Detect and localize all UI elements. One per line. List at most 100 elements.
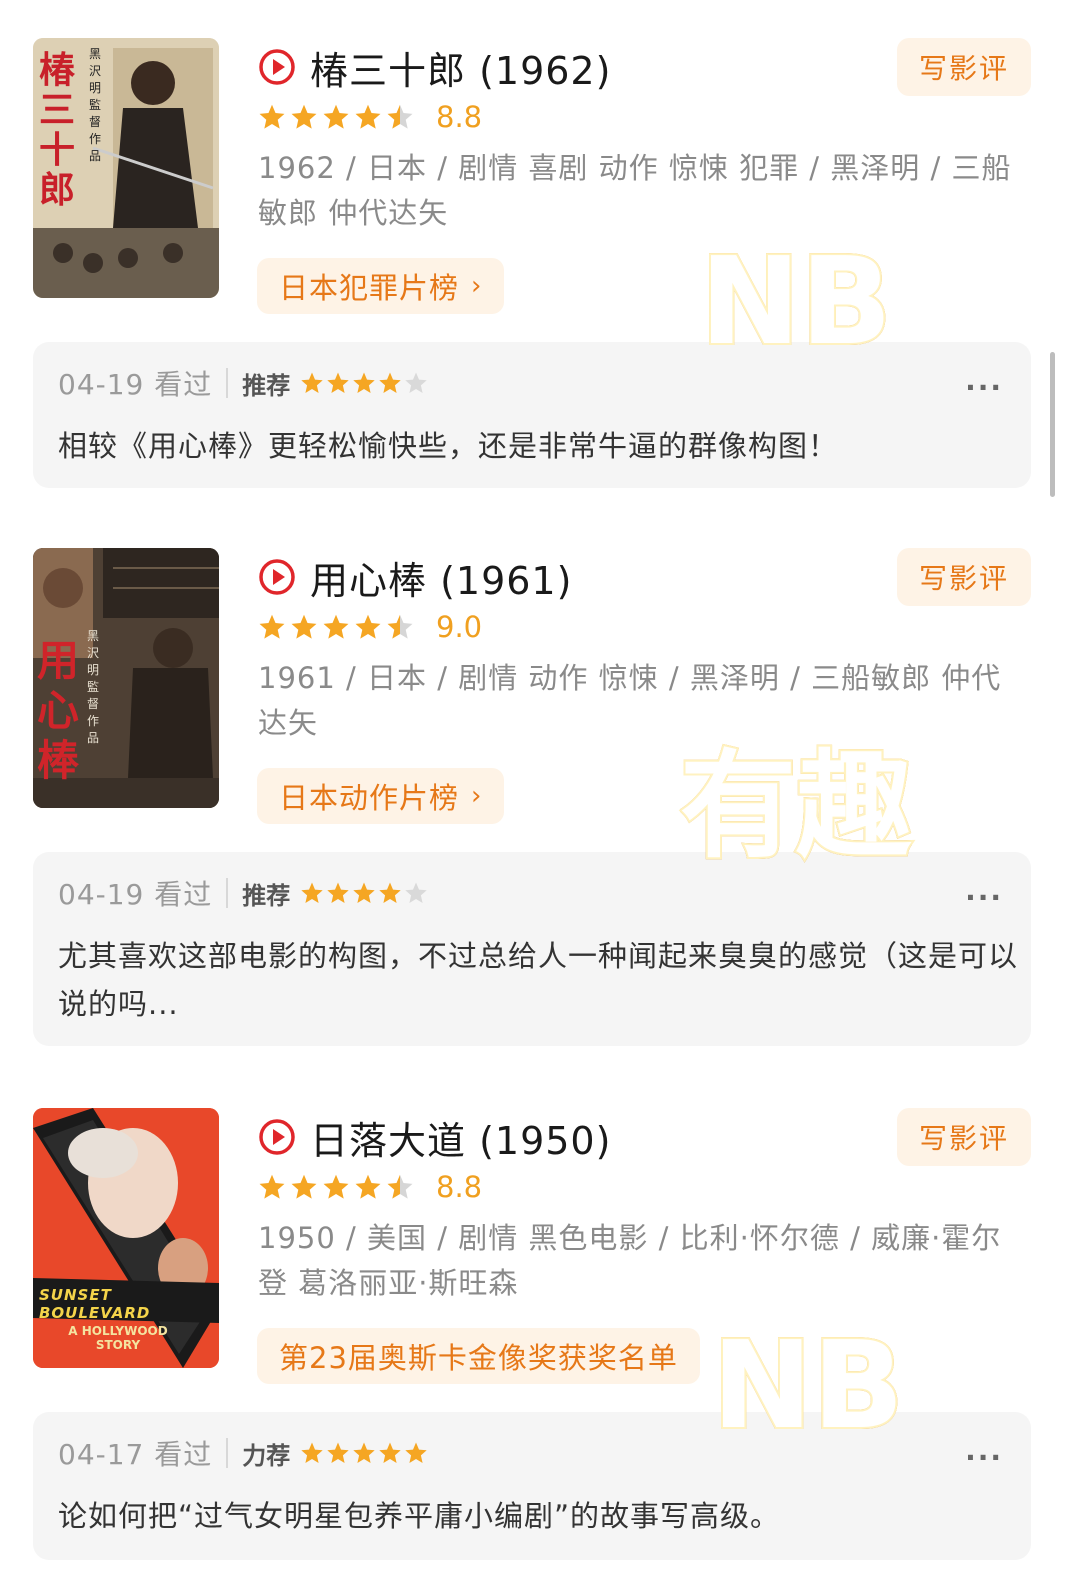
rating-row: 8.8	[258, 1170, 482, 1204]
more-icon[interactable]: ...	[965, 364, 1003, 397]
review-text[interactable]: 论如何把“过气女明星包养平庸小编剧”的故事写高级。	[58, 1492, 1018, 1540]
ranking-tag-label: 日本犯罪片榜	[279, 271, 460, 305]
play-icon[interactable]	[258, 558, 296, 596]
rating-score: 8.8	[436, 1170, 483, 1204]
write-review-button[interactable]: 写影评	[897, 1108, 1031, 1166]
rating-stars	[258, 103, 418, 131]
recommend-label: 推荐	[242, 881, 291, 910]
movie-poster[interactable]: 椿三十郎 黑沢明監督作品	[33, 38, 219, 298]
star-icon	[323, 614, 349, 639]
chevron-right-icon: ›	[471, 781, 483, 811]
star-icon	[379, 1442, 401, 1463]
play-icon[interactable]	[258, 1118, 296, 1156]
review-text[interactable]: 相较《用心棒》更轻松愉快些，还是非常牛逼的群像构图！	[58, 422, 1018, 470]
recommend-label: 推荐	[242, 371, 291, 400]
star-icon	[353, 1442, 375, 1463]
play-icon[interactable]	[258, 48, 296, 86]
watched-date: 04-19 看过	[58, 368, 213, 401]
movie-title-row[interactable]: 椿三十郎 (1962)	[258, 44, 611, 93]
star-icon	[301, 372, 323, 393]
rating-score: 8.8	[436, 100, 483, 134]
more-icon[interactable]: ...	[965, 1434, 1003, 1467]
star-icon	[259, 1174, 285, 1199]
review-header: 04-17 看过 力荐	[58, 1434, 430, 1472]
movie-title[interactable]: 用心棒 (1961)	[310, 550, 572, 605]
star-icon	[405, 1442, 427, 1463]
movie-meta: 1950 / 美国 / 剧情 黑色电影 / 比利·怀尔德 / 威廉·霍尔登 葛洛…	[258, 1221, 1002, 1300]
poster-credit: 黑沢明監督作品	[87, 629, 100, 745]
star-icon	[405, 882, 427, 903]
divider	[226, 878, 229, 908]
write-review-button[interactable]: 写影评	[897, 38, 1031, 96]
star-icon	[405, 372, 427, 393]
review-card-2: 04-19 看过 推荐 ... 尤其喜欢这部电影的构图，不过总给人一种闻起来臭臭…	[33, 852, 1031, 1046]
star-icon	[323, 1174, 349, 1199]
divider	[226, 368, 229, 398]
review-stars	[300, 881, 430, 905]
star-icon	[327, 1442, 349, 1463]
poster-credit: 黑沢明監督作品	[89, 47, 102, 163]
star-icon	[327, 882, 349, 903]
sticker-nb-1: NB	[698, 236, 894, 370]
rating-row: 8.8	[258, 100, 482, 134]
ranking-tag[interactable]: 第23届奥斯卡金像奖获奖名单	[257, 1328, 700, 1384]
star-icon	[259, 104, 285, 129]
star-icon	[259, 614, 285, 639]
star-icon	[355, 614, 381, 639]
movie-title[interactable]: 日落大道 (1950)	[310, 1110, 611, 1165]
rating-stars	[258, 613, 418, 641]
sticker-text: NB	[710, 1317, 906, 1456]
sticker-text: NB	[698, 233, 894, 372]
movie-title-row[interactable]: 日落大道 (1950)	[258, 1114, 611, 1163]
movie-meta: 1961 / 日本 / 剧情 动作 惊悚 / 黑泽明 / 三船敏郎 仲代达矢	[258, 661, 1002, 740]
star-icon	[301, 882, 323, 903]
scrollbar[interactable]	[1050, 352, 1055, 497]
ranking-tag-label: 第23届奥斯卡金像奖获奖名单	[279, 1341, 678, 1375]
recommend-label: 力荐	[242, 1441, 291, 1470]
star-icon	[353, 882, 375, 903]
star-icon	[379, 372, 401, 393]
movie-title-row[interactable]: 用心棒 (1961)	[258, 554, 572, 603]
sticker-youqu: 有趣	[678, 739, 914, 874]
poster-title: 用心棒	[37, 636, 80, 785]
star-icon	[291, 614, 317, 639]
chevron-right-icon: ›	[471, 271, 483, 301]
sticker-nb-2: NB	[710, 1320, 906, 1454]
ranking-tag[interactable]: 日本犯罪片榜 ›	[257, 258, 505, 314]
rating-row: 9.0	[258, 610, 482, 644]
watched-date: 04-19 看过	[58, 878, 213, 911]
star-icon	[327, 372, 349, 393]
movie-poster[interactable]: 用心棒 黑沢明監督作品	[33, 548, 219, 808]
review-text[interactable]: 尤其喜欢这部电影的构图，不过总给人一种闻起来臭臭的感觉（这是可以说的吗...	[58, 932, 1018, 1028]
review-stars	[300, 371, 430, 395]
movie-title[interactable]: 椿三十郎 (1962)	[310, 40, 611, 95]
more-icon[interactable]: ...	[965, 874, 1003, 907]
poster-subtitle: A HOLLYWOOD STORY	[68, 1324, 168, 1352]
star-icon	[379, 882, 401, 903]
poster-title: SUNSET BOULEVARD	[39, 1286, 151, 1322]
ranking-tag[interactable]: 日本动作片榜 ›	[257, 768, 505, 824]
movie-poster[interactable]: SUNSET BOULEVARD A HOLLYWOOD STORY	[33, 1108, 219, 1368]
review-header: 04-19 看过 推荐	[58, 364, 430, 402]
star-icon	[355, 104, 381, 129]
movie-meta: 1962 / 日本 / 剧情 喜剧 动作 惊悚 犯罪 / 黑泽明 / 三船敏郎 …	[258, 151, 1012, 230]
star-icon	[387, 104, 413, 129]
ranking-tag-label: 日本动作片榜	[279, 781, 460, 815]
watched-date: 04-17 看过	[58, 1438, 213, 1471]
sticker-text: 有趣	[678, 739, 914, 874]
star-icon	[291, 1174, 317, 1199]
review-stars	[300, 1441, 430, 1465]
star-icon	[355, 1174, 381, 1199]
star-icon	[301, 1442, 323, 1463]
divider	[226, 1438, 229, 1468]
star-icon	[387, 614, 413, 639]
rating-score: 9.0	[436, 610, 483, 644]
star-icon	[323, 104, 349, 129]
poster-title: 椿三十郎	[39, 49, 76, 211]
write-review-button[interactable]: 写影评	[897, 548, 1031, 606]
star-icon	[353, 372, 375, 393]
review-header: 04-19 看过 推荐	[58, 874, 430, 912]
rating-stars	[258, 1173, 418, 1201]
star-icon	[291, 104, 317, 129]
star-icon	[387, 1174, 413, 1199]
